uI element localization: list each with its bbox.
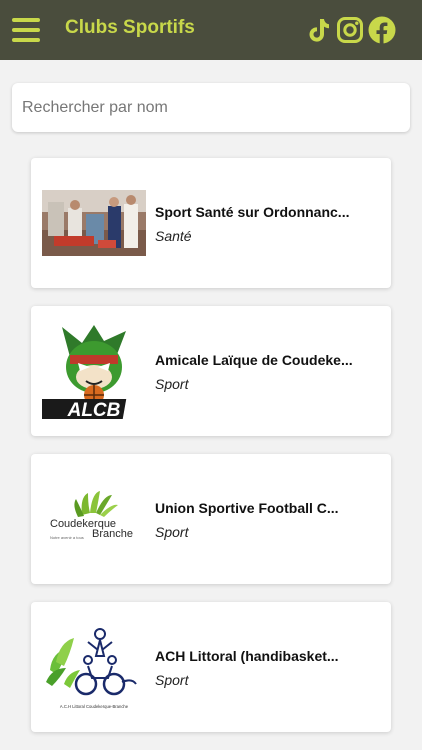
- alcb-logo-text: ALCB: [67, 400, 121, 421]
- page-title: Clubs Sportifs: [65, 17, 195, 38]
- tiktok-icon: [309, 19, 329, 42]
- menu-icon-bar: [12, 28, 40, 32]
- club-card[interactable]: A.C.H Littoral Coudekerque-Branche ACH L…: [31, 602, 391, 732]
- alcb-logo: ALCB: [42, 321, 146, 421]
- ach-littoral-logo: A.C.H Littoral Coudekerque-Branche: [42, 617, 146, 717]
- club-name: Sport Santé sur Ordonnanc...: [155, 204, 350, 220]
- club-card[interactable]: Sport Santé sur Ordonnanc... Santé: [31, 158, 391, 288]
- facebook-button[interactable]: [368, 16, 396, 44]
- logo-text-line2: Branche: [92, 528, 133, 540]
- club-name: Amicale Laïque de Coudeke...: [155, 352, 353, 368]
- coudekerque-branche-logo: Coudekerque Branche Notre avenir a tous: [42, 469, 146, 569]
- club-name: ACH Littoral (handibasket...: [155, 648, 339, 664]
- club-category: Santé: [155, 228, 192, 244]
- club-category: Sport: [155, 524, 189, 540]
- facebook-icon: [368, 16, 396, 44]
- club-category: Sport: [155, 376, 189, 392]
- club-name: Union Sportive Football C...: [155, 500, 339, 516]
- menu-icon-bar: [12, 18, 40, 22]
- app-header: Clubs Sportifs: [0, 0, 422, 60]
- club-category: Sport: [155, 672, 189, 688]
- gym-photo: [42, 173, 146, 273]
- tiktok-button[interactable]: [305, 16, 333, 44]
- instagram-icon: [337, 17, 363, 43]
- search-box: [12, 83, 410, 132]
- club-card[interactable]: Coudekerque Branche Notre avenir a tous …: [31, 454, 391, 584]
- logo-tagline: Notre avenir a tous: [50, 535, 84, 540]
- logo-caption: A.C.H Littoral Coudekerque-Branche: [60, 704, 129, 709]
- instagram-button[interactable]: [336, 16, 364, 44]
- menu-button[interactable]: [12, 18, 42, 42]
- menu-icon-bar: [12, 38, 40, 42]
- club-card[interactable]: ALCB Amicale Laïque de Coudeke... Sport: [31, 306, 391, 436]
- search-input[interactable]: [12, 83, 410, 132]
